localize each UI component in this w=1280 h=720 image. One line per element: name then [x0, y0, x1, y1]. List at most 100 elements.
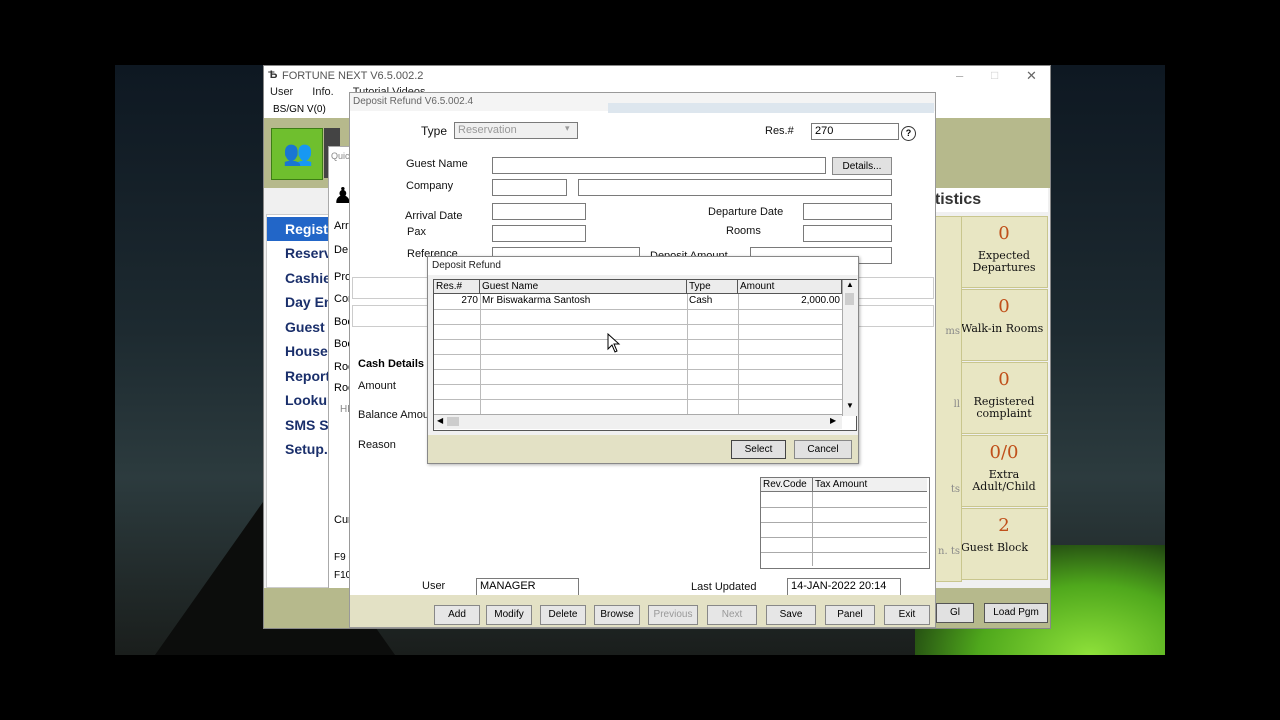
sidebar-item-reservation[interactable]: Reservation [267, 241, 333, 265]
sidebar-item-setup[interactable]: Setup.. [267, 437, 333, 461]
sidebar-item-day-end[interactable]: Day End [267, 290, 333, 314]
stat-walk-in-rooms[interactable]: 0 Walk-in Rooms [960, 289, 1048, 361]
registration-tile[interactable]: 👥 [271, 128, 323, 180]
balance-amount-label: Balance Amour [358, 409, 433, 421]
pax-label: Pax [407, 226, 426, 238]
sidebar-item-guest-relations[interactable]: Guest Relations [267, 315, 333, 339]
modify-button[interactable]: Modify [486, 605, 532, 625]
company-code-input[interactable] [492, 179, 567, 196]
company-label: Company [406, 180, 454, 192]
grid-line [761, 537, 927, 538]
scroll-down-icon[interactable]: ▼ [846, 401, 854, 410]
departure-date-input[interactable] [803, 203, 892, 220]
grid-line [434, 369, 842, 370]
stat-value: 2 [998, 515, 1010, 536]
scroll-left-icon[interactable]: ◀ [437, 416, 443, 425]
minimize-icon[interactable]: – [956, 68, 963, 83]
sidebar-item-cashier[interactable]: Cashier [267, 266, 333, 290]
select-button[interactable]: Select [731, 440, 786, 459]
sidebar-item-registration[interactable]: Registration [267, 217, 333, 241]
stat-expected-departures[interactable]: 0 Expected Departures [960, 216, 1048, 288]
guest-name-input[interactable] [492, 157, 826, 174]
gl-button[interactable]: Gl [936, 603, 974, 623]
grid-line [434, 309, 842, 310]
header-type[interactable]: Type [687, 280, 738, 294]
stat-value: 0 [998, 223, 1010, 244]
company-name-input[interactable] [578, 179, 892, 196]
grid-line [738, 294, 739, 414]
statistics-title: atistics [926, 188, 1048, 212]
arrival-date-input[interactable] [492, 203, 586, 220]
cell-guest-name: Mr Biswakarma Santosh [482, 295, 591, 306]
stat-guest-block[interactable]: 2 Guest Block [960, 508, 1048, 580]
sidebar-item-lookup[interactable]: Lookup [267, 388, 333, 412]
table-row[interactable]: 270 Mr Biswakarma Santosh Cash 2,000.00 [434, 294, 842, 309]
help-icon[interactable]: ? [901, 126, 916, 141]
type-select[interactable]: Reservation [454, 122, 578, 139]
grid-line [761, 552, 927, 553]
close-icon[interactable]: ✕ [1026, 68, 1037, 84]
header-res[interactable]: Res.# [434, 280, 480, 294]
cash-details-heading: Cash Details [358, 358, 425, 370]
sidebar: Registration Reservation Cashier Day End… [266, 214, 334, 588]
scroll-right-icon[interactable]: ▶ [830, 416, 836, 425]
cell-amount: 2,000.00 [801, 295, 840, 306]
scroll-up-icon[interactable]: ▲ [846, 280, 854, 289]
stat-value: 0/0 [989, 442, 1019, 463]
stat-label: Guest Block [961, 541, 1028, 554]
menu-info[interactable]: Info. [312, 86, 333, 98]
save-button[interactable]: Save [766, 605, 816, 625]
res-input[interactable]: 270 [811, 123, 899, 140]
rooms-input[interactable] [803, 225, 892, 242]
title-bar: Ѣ FORTUNE NEXT V6.5.002.2 – □ ✕ [264, 66, 1050, 86]
grid-line [761, 507, 927, 508]
sidebar-item-sms-setup[interactable]: SMS Setup [267, 413, 333, 437]
grid-line [687, 294, 688, 414]
scroll-thumb[interactable] [447, 417, 459, 426]
arrival-date-label: Arrival Date [405, 210, 463, 222]
deposit-refund-lookup-dialog: Deposit Refund Res.# Guest Name Type Amo… [427, 256, 859, 464]
horizontal-scrollbar[interactable]: ◀ ▶ [434, 414, 842, 429]
guest-name-label: Guest Name [406, 158, 468, 170]
panel-button[interactable]: Panel [825, 605, 875, 625]
grid-line [812, 492, 813, 566]
grid-line [434, 399, 842, 400]
quick-label: De [334, 244, 349, 256]
next-button[interactable]: Next [707, 605, 757, 625]
delete-button[interactable]: Delete [540, 605, 586, 625]
sidebar-item-house-keeping[interactable]: House Keeping [267, 339, 333, 363]
pax-input[interactable] [492, 225, 586, 242]
details-button[interactable]: Details... [832, 157, 892, 175]
grid-line [434, 384, 842, 385]
menu-user[interactable]: User [270, 86, 293, 98]
branch-status: BS/GN V(0) [273, 104, 326, 115]
browse-button[interactable]: Browse [594, 605, 640, 625]
previous-button[interactable]: Previous [648, 605, 698, 625]
cancel-button[interactable]: Cancel [794, 440, 852, 459]
rooms-label: Rooms [726, 225, 761, 237]
load-pgm-button[interactable]: Load Pgm [984, 603, 1048, 623]
last-updated-label: Last Updated [691, 581, 757, 593]
tax-header-tax-amount: Tax Amount [813, 478, 927, 492]
mouse-cursor-icon [607, 333, 621, 353]
maximize-icon[interactable]: □ [991, 68, 998, 82]
dialog-title: Deposit Refund [428, 257, 858, 275]
dialog-buttons: Select Cancel [428, 435, 858, 463]
user-field: MANAGER [476, 578, 579, 596]
exit-button[interactable]: Exit [884, 605, 930, 625]
add-button[interactable]: Add [434, 605, 480, 625]
grid-line [434, 339, 842, 340]
chevron-down-icon[interactable]: ▾ [565, 123, 570, 134]
stat-extra-adult-child[interactable]: 0/0 Extra Adult/Child [960, 435, 1048, 507]
header-amount[interactable]: Amount [738, 280, 842, 294]
departure-date-label: Departure Date [708, 206, 784, 218]
scroll-thumb[interactable] [845, 293, 854, 305]
header-guest-name[interactable]: Guest Name [480, 280, 687, 294]
stat-label: Extra Adult/Child [972, 468, 1036, 493]
form-toolbar: Add Modify Delete Browse Previous Next S… [350, 595, 935, 627]
sidebar-item-reports[interactable]: Reports [267, 364, 333, 388]
grid-line [434, 324, 842, 325]
res-label: Res.# [765, 125, 794, 137]
vertical-scrollbar[interactable]: ▲ ▼ [842, 280, 857, 416]
stat-registered-complaint[interactable]: 0 Registered complaint [960, 362, 1048, 434]
